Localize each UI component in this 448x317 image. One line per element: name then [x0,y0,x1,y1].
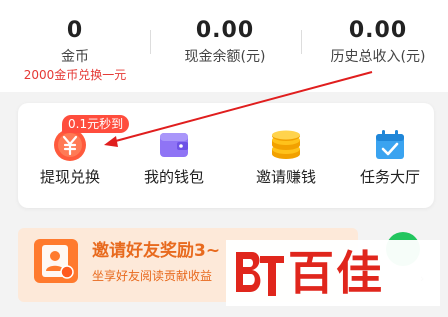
banner-subtitle: 坐享好友阅读贡献收益 [92,269,213,283]
stat-total-income[interactable]: 0.00 历史总收入(元) [313,18,443,66]
user-icon [42,245,74,279]
invite-earn-label: 邀请赚钱 [255,168,316,186]
total-income-value: 0.00 [348,18,408,43]
stat-coins[interactable]: 0 金币 2000金币兑换一元 [18,18,132,83]
cash-balance-value: 0.00 [195,18,255,43]
coins-value: 0 [66,18,84,43]
wallet-icon [160,133,188,157]
stat-divider [301,30,302,54]
stat-cash-balance[interactable]: 0.00 现金余额(元) [165,18,285,66]
stats-header: 0 金币 2000金币兑换一元 0.00 现金余额(元) 0.00 历史总收入(… [0,0,448,92]
cash-balance-label: 现金余额(元) [184,49,266,65]
task-hall-label: 任务大厅 [359,168,420,186]
invite-earn-button[interactable]: 邀请赚钱 [226,103,346,208]
watermark-text: 百佳 [288,246,384,300]
watermark: 百佳 [226,240,440,306]
stat-divider [150,30,151,54]
my-wallet-label: 我的钱包 [143,168,204,186]
coin-stack-icon [272,130,300,159]
total-income-label: 历史总收入(元) [330,49,426,65]
banner-title: 邀请好友奖励3~ [92,241,221,261]
invite-avatar [34,239,78,283]
withdraw-exchange-label: 提现兑换 [39,168,100,186]
watermark-logo [236,252,284,296]
yuan-coin-icon [54,129,86,161]
coins-label: 金币 [61,49,89,65]
task-hall-button[interactable]: 任务大厅 [346,103,434,208]
instant-withdraw-badge: 0.1元秒到 [62,115,130,133]
coins-exchange-note: 2000金币兑换一元 [23,68,127,82]
my-wallet-button[interactable]: 我的钱包 [122,103,226,208]
calendar-check-icon [376,130,404,159]
